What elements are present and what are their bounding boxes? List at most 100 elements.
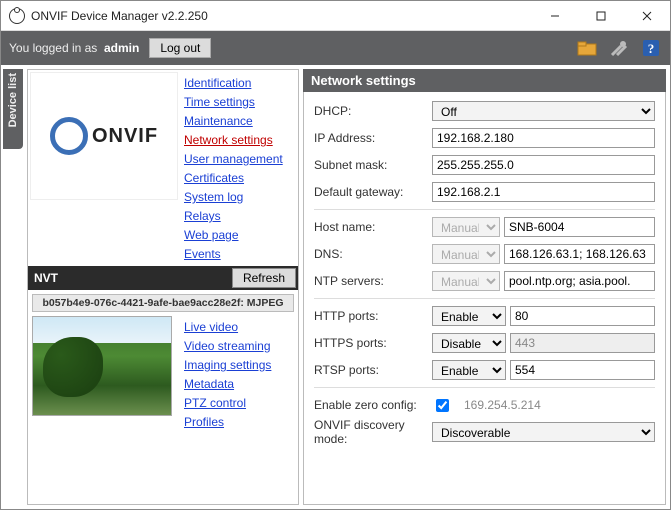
stream-menu: Live videoVideo streamingImaging setting… [178, 316, 294, 432]
device-list-tab-label: Device list [7, 73, 19, 127]
device-menu-item[interactable]: Relays [184, 207, 296, 226]
stream-menu-item[interactable]: Live video [184, 318, 294, 337]
row-gateway: Default gateway: [314, 181, 655, 203]
separator-2 [314, 298, 655, 299]
ip-input[interactable] [432, 128, 655, 148]
ntp-input[interactable] [504, 271, 655, 291]
app-icon [9, 8, 25, 24]
https-mode-select[interactable]: Disable [432, 333, 506, 353]
window-title: ONVIF Device Manager v2.2.250 [31, 9, 208, 23]
nvt-bar: NVT Refresh [28, 266, 298, 290]
stream-menu-item[interactable]: Profiles [184, 413, 294, 432]
row-https: HTTPS ports: Disable [314, 332, 655, 354]
login-user: admin [104, 41, 139, 55]
row-discovery: ONVIF discovery mode: Discoverable [314, 421, 655, 443]
help-icon[interactable]: ? [640, 37, 662, 59]
rtsp-port-input[interactable] [510, 360, 655, 380]
folder-icon[interactable] [576, 37, 598, 59]
device-menu-item[interactable]: Events [184, 245, 296, 264]
device-box: ONVIF IdentificationTime settingsMainten… [27, 69, 299, 505]
label-gateway: Default gateway: [314, 185, 432, 199]
row-http: HTTP ports: Enable [314, 305, 655, 327]
row-zeroconfig: Enable zero config: 169.254.5.214 [314, 394, 655, 416]
device-menu-item[interactable]: Identification [184, 74, 296, 93]
row-host: Host name: Manual [314, 216, 655, 238]
onvif-logo-circle [50, 117, 88, 155]
stream-menu-item[interactable]: PTZ control [184, 394, 294, 413]
device-menu-item[interactable]: Time settings [184, 93, 296, 112]
zeroconfig-checkbox[interactable] [436, 399, 449, 412]
rtsp-mode-select[interactable]: Enable [432, 360, 506, 380]
label-dhcp: DHCP: [314, 104, 432, 118]
onvif-logo-text: ONVIF [92, 125, 158, 148]
device-menu-item[interactable]: Maintenance [184, 112, 296, 131]
label-rtsp: RTSP ports: [314, 363, 432, 377]
body: Device list ONVIF IdentificationTime set… [1, 65, 670, 509]
titlebar: ONVIF Device Manager v2.2.250 [1, 1, 670, 31]
label-zero: Enable zero config: [314, 398, 432, 412]
label-subnet: Subnet mask: [314, 158, 432, 172]
device-top: ONVIF IdentificationTime settingsMainten… [28, 70, 298, 266]
subnet-input[interactable] [432, 155, 655, 175]
host-mode-select: Manual [432, 217, 500, 237]
row-dns: DNS: Manual [314, 243, 655, 265]
window-controls [532, 1, 670, 31]
left-panel: ONVIF IdentificationTime settingsMainten… [23, 65, 301, 509]
label-host: Host name: [314, 220, 432, 234]
stream-menu-item[interactable]: Metadata [184, 375, 294, 394]
device-menu-item[interactable]: System log [184, 188, 296, 207]
dns-mode-select: Manual [432, 244, 500, 264]
device-menu-item[interactable]: Web page [184, 226, 296, 245]
profile-row[interactable]: b057b4e9-076c-4421-9afe-bae9acc28e2f: MJ… [32, 294, 294, 312]
video-thumbnail[interactable] [32, 316, 172, 416]
row-ip: IP Address: [314, 127, 655, 149]
toolbar-icons: ? [576, 37, 662, 59]
http-mode-select[interactable]: Enable [432, 306, 506, 326]
device-bottom: Live videoVideo streamingImaging setting… [28, 312, 298, 436]
logout-button[interactable]: Log out [149, 38, 211, 58]
label-ip: IP Address: [314, 131, 432, 145]
login-status: You logged in as admin [9, 41, 139, 55]
device-menu: IdentificationTime settingsMaintenanceNe… [178, 72, 296, 264]
label-http: HTTP ports: [314, 309, 432, 323]
label-https: HTTPS ports: [314, 336, 432, 350]
host-input[interactable] [504, 217, 655, 237]
zeroconfig-ip: 169.254.5.214 [464, 398, 541, 412]
separator-1 [314, 209, 655, 210]
gateway-input[interactable] [432, 182, 655, 202]
https-port-input [510, 333, 655, 353]
section-header: Network settings [303, 69, 666, 92]
label-dns: DNS: [314, 247, 432, 261]
stream-menu-item[interactable]: Imaging settings [184, 356, 294, 375]
ntp-mode-select: Manual [432, 271, 500, 291]
nvt-label: NVT [34, 271, 58, 285]
row-dhcp: DHCP: Off [314, 100, 655, 122]
label-ntp: NTP servers: [314, 274, 432, 288]
device-menu-item[interactable]: User management [184, 150, 296, 169]
refresh-button[interactable]: Refresh [232, 268, 296, 288]
label-discovery: ONVIF discovery mode: [314, 418, 432, 446]
close-button[interactable] [624, 1, 670, 31]
stream-menu-item[interactable]: Video streaming [184, 337, 294, 356]
separator-3 [314, 387, 655, 388]
svg-text:?: ? [648, 41, 655, 56]
right-panel: Network settings DHCP: Off IP Address: S… [301, 65, 670, 509]
settings-body: DHCP: Off IP Address: Subnet mask: Defau… [303, 92, 666, 505]
login-prefix: You logged in as [9, 41, 97, 55]
maximize-button[interactable] [578, 1, 624, 31]
dns-input[interactable] [504, 244, 655, 264]
onvif-logo: ONVIF [30, 72, 178, 200]
device-menu-item[interactable]: Network settings [184, 131, 296, 150]
main-window: ONVIF Device Manager v2.2.250 You logged… [0, 0, 671, 510]
device-list-tab[interactable]: Device list [3, 69, 23, 149]
row-subnet: Subnet mask: [314, 154, 655, 176]
minimize-button[interactable] [532, 1, 578, 31]
settings-icon[interactable] [608, 37, 630, 59]
row-ntp: NTP servers: Manual [314, 270, 655, 292]
device-menu-item[interactable]: Certificates [184, 169, 296, 188]
toolbar: You logged in as admin Log out ? [1, 31, 670, 65]
discovery-select[interactable]: Discoverable [432, 422, 655, 442]
dhcp-select[interactable]: Off [432, 101, 655, 121]
http-port-input[interactable] [510, 306, 655, 326]
row-rtsp: RTSP ports: Enable [314, 359, 655, 381]
